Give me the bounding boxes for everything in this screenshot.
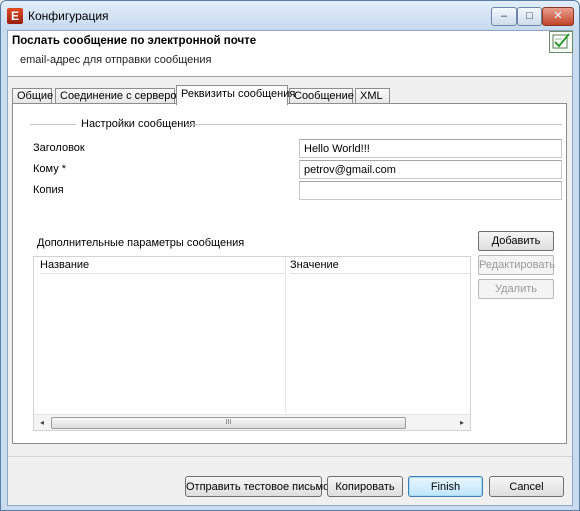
to-input[interactable] bbox=[299, 160, 562, 179]
finish-button[interactable]: Finish bbox=[408, 476, 483, 497]
cc-label: Копия bbox=[33, 184, 64, 196]
group-divider-left bbox=[30, 124, 76, 125]
column-header-value[interactable]: Значение bbox=[290, 257, 470, 274]
tab-general[interactable]: Общие bbox=[12, 88, 53, 104]
to-label: Кому * bbox=[33, 163, 67, 175]
edit-button[interactable]: Редактировать bbox=[478, 255, 555, 275]
tab-xml[interactable]: XML bbox=[355, 88, 390, 104]
app-icon: E bbox=[7, 8, 23, 24]
column-divider bbox=[285, 257, 286, 415]
cc-input[interactable] bbox=[299, 181, 562, 200]
extra-params-table[interactable]: Название Значение ◂ III ▸ bbox=[33, 256, 471, 431]
close-button[interactable]: ✕ bbox=[542, 7, 574, 26]
config-window: E Конфигурация – □ ✕ Послать сообщение п… bbox=[0, 0, 580, 511]
scroll-right-icon[interactable]: ▸ bbox=[454, 415, 470, 431]
copy-button[interactable]: Копировать bbox=[327, 476, 403, 497]
tab-server-connection[interactable]: Соединение с сервером bbox=[55, 88, 184, 104]
minimize-button[interactable]: – bbox=[491, 7, 517, 26]
scroll-thumb[interactable]: III bbox=[51, 417, 406, 429]
delete-button[interactable]: Удалить bbox=[478, 279, 554, 299]
config-check-icon bbox=[549, 31, 573, 53]
add-button[interactable]: Добавить bbox=[478, 231, 554, 251]
page-title: Послать сообщение по электронной почте bbox=[12, 35, 257, 47]
dialog-client-area: Послать сообщение по электронной почте e… bbox=[7, 30, 573, 506]
group-divider-right bbox=[186, 124, 562, 125]
subject-label: Заголовок bbox=[33, 142, 85, 154]
tab-message[interactable]: Сообщение bbox=[289, 88, 354, 104]
cancel-button[interactable]: Cancel bbox=[489, 476, 564, 497]
column-header-name[interactable]: Название bbox=[40, 257, 285, 274]
subject-input[interactable] bbox=[299, 139, 562, 158]
send-test-email-button[interactable]: Отправить тестовое письмо bbox=[185, 476, 329, 497]
footer-divider bbox=[8, 456, 572, 457]
page-description: email-адрес для отправки сообщения bbox=[20, 54, 212, 66]
wizard-header: Послать сообщение по электронной почте e… bbox=[8, 31, 573, 77]
horizontal-scrollbar[interactable]: ◂ III ▸ bbox=[34, 414, 470, 430]
extra-params-label: Дополнительные параметры сообщения bbox=[37, 237, 245, 249]
title-bar[interactable]: E Конфигурация – □ ✕ bbox=[1, 1, 579, 31]
scroll-left-icon[interactable]: ◂ bbox=[34, 415, 50, 431]
maximize-button[interactable]: □ bbox=[517, 7, 542, 26]
message-settings-group-title: Настройки сообщения bbox=[81, 118, 196, 130]
window-title: Конфигурация bbox=[28, 9, 109, 23]
tab-message-details[interactable]: Реквизиты сообщения bbox=[176, 85, 295, 105]
